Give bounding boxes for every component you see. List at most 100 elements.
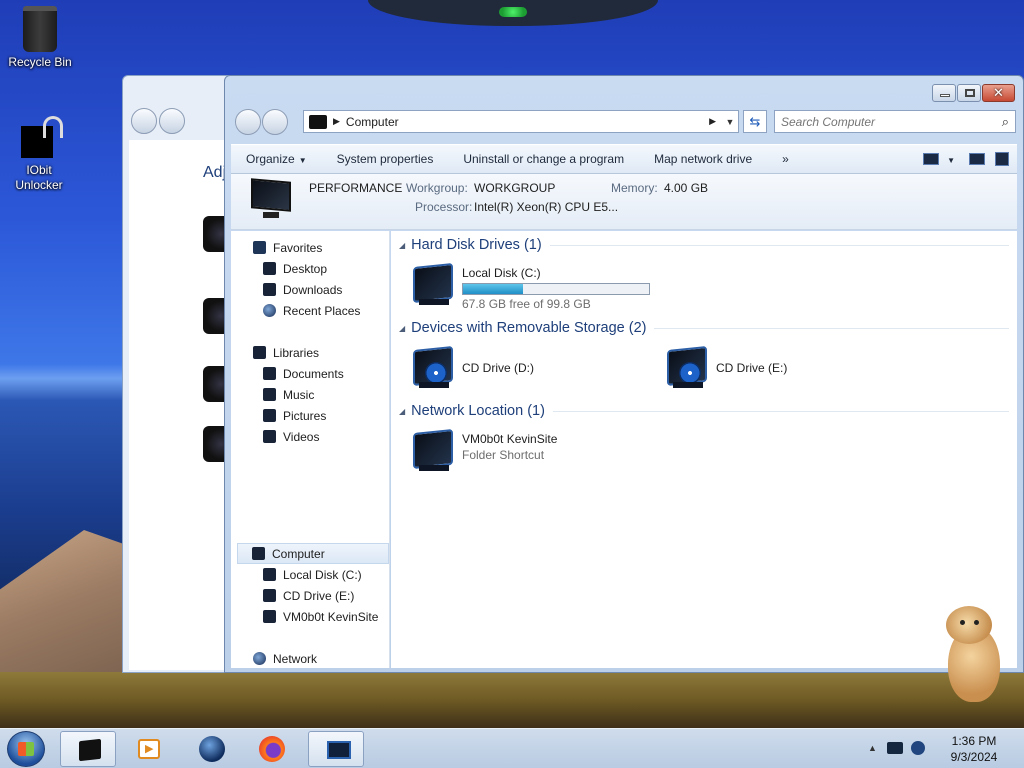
maximize-icon: [965, 89, 975, 97]
nav-downloads[interactable]: Downloads: [231, 279, 389, 300]
desktop-icon-label: IObit Unlocker: [15, 163, 63, 192]
taskbar-firefox[interactable]: [244, 731, 300, 767]
computer-name: PERFORMANCE: [309, 181, 403, 195]
desktop-icon-iobit-unlocker[interactable]: IObit Unlocker: [0, 116, 78, 193]
nav-kevinsite[interactable]: VM0b0t KevinSite: [231, 606, 389, 627]
cd-drive-icon: [663, 344, 711, 392]
explorer-window[interactable]: ✕ ▶ Computer ▶ ▼ ⇆ ⌕ Organize▼ System pr…: [224, 75, 1024, 673]
nav-pictures[interactable]: Pictures: [231, 405, 389, 426]
group-header-hard-disk-drives[interactable]: ◢ Hard Disk Drives (1): [399, 237, 1009, 253]
drive-tile-local-disk[interactable]: Local Disk (C:) 67.8 GB free of 99.8 GB: [409, 261, 650, 312]
network-tile-kevinsite[interactable]: VM0b0t KevinSite Folder Shortcut: [409, 427, 557, 475]
media-player-icon: [138, 739, 160, 759]
group-title: Devices with Removable Storage (2): [411, 320, 647, 336]
nav-desktop[interactable]: Desktop: [231, 258, 389, 279]
recycle-bin-icon: [23, 6, 57, 52]
forward-button[interactable]: [262, 109, 288, 135]
taskbar-clock[interactable]: 1:36 PM 9/3/2024: [946, 733, 1002, 765]
windows-explorer-icon: [79, 738, 101, 762]
taskbar: ▲ 1:36 PM 9/3/2024: [0, 728, 1024, 768]
desktop-icon-recycle-bin[interactable]: Recycle Bin: [0, 6, 80, 70]
organize-menu[interactable]: Organize ▼: [231, 152, 322, 166]
taskbar-computer[interactable]: [308, 731, 364, 767]
collapse-triangle-icon[interactable]: ◢: [399, 407, 405, 416]
search-box[interactable]: ⌕: [774, 110, 1016, 133]
processor-label: Processor:: [415, 200, 473, 214]
computer-monitor-icon: [327, 741, 351, 759]
collapse-triangle-icon[interactable]: ◢: [399, 241, 405, 250]
network-folder-icon: [409, 427, 457, 475]
content-pane: ◢ Hard Disk Drives (1) Local Disk (C:) 6…: [391, 231, 1017, 668]
group-divider: [549, 244, 1009, 246]
firefox-icon: [259, 736, 285, 762]
downloads-icon: [263, 283, 276, 296]
nav-documents[interactable]: Documents: [231, 363, 389, 384]
nav-libraries[interactable]: Libraries: [231, 342, 389, 363]
nav-recent-places[interactable]: Recent Places: [231, 300, 389, 321]
taskbar-media-player[interactable]: [120, 731, 176, 767]
system-properties-button[interactable]: System properties: [322, 152, 449, 166]
network-status-icon[interactable]: [886, 742, 903, 754]
breadcrumb-chevron-icon[interactable]: ▶: [333, 116, 340, 127]
drive-name: CD Drive (D:): [462, 361, 534, 375]
iobit-unlocker-icon: [15, 116, 63, 160]
preview-pane-icon[interactable]: [969, 153, 985, 165]
background-window[interactable]: Adj: [122, 75, 233, 673]
nav-local-disk[interactable]: Local Disk (C:): [231, 564, 389, 585]
minimize-button[interactable]: [932, 84, 956, 102]
collapse-triangle-icon[interactable]: ◢: [399, 324, 405, 333]
recent-places-icon: [263, 304, 276, 317]
details-pane: PERFORMANCE Workgroup: WORKGROUP Memory:…: [231, 174, 1017, 230]
taskbar-browser[interactable]: [184, 731, 240, 767]
address-dropdown-icon[interactable]: ▼: [722, 117, 738, 127]
chevron-down-icon: ▼: [298, 156, 307, 165]
desktop-icon: [263, 262, 276, 275]
volume-icon[interactable]: [910, 741, 925, 755]
toolbar-overflow-button[interactable]: »: [767, 152, 804, 166]
back-window-back-button[interactable]: [131, 108, 157, 134]
drive-tile-cd-e[interactable]: CD Drive (E:): [663, 344, 787, 392]
libraries-icon: [253, 346, 266, 359]
breadcrumb-chevron-icon[interactable]: ▶: [709, 116, 716, 127]
hamster-desktop-pet[interactable]: [940, 604, 1006, 704]
minimize-icon: [940, 94, 950, 97]
nav-computer[interactable]: Computer: [237, 543, 389, 564]
group-header-network-location[interactable]: ◢ Network Location (1): [399, 403, 1009, 419]
network-location-name: VM0b0t KevinSite: [462, 432, 558, 446]
group-divider: [654, 327, 1009, 329]
back-window-forward-button[interactable]: [159, 108, 185, 134]
help-icon[interactable]: [995, 152, 1009, 166]
breadcrumb-computer[interactable]: Computer: [346, 115, 703, 129]
address-bar[interactable]: ▶ Computer ▶ ▼: [303, 110, 739, 133]
group-header-removable-storage[interactable]: ◢ Devices with Removable Storage (2): [399, 320, 1009, 336]
nav-music[interactable]: Music: [231, 384, 389, 405]
taskbar-explorer[interactable]: [60, 731, 116, 767]
back-button[interactable]: [235, 109, 261, 135]
disk-usage-fill: [463, 284, 523, 294]
clock-date: 9/3/2024: [950, 750, 998, 764]
chevron-down-icon[interactable]: ▼: [939, 152, 959, 166]
show-hidden-icons[interactable]: ▲: [868, 743, 877, 753]
nav-cd-drive-e[interactable]: CD Drive (E:): [231, 585, 389, 606]
maximize-button[interactable]: [957, 84, 981, 102]
windows-logo-icon: [18, 742, 34, 756]
nav-videos[interactable]: Videos: [231, 426, 389, 447]
search-input[interactable]: [775, 111, 985, 132]
drive-free-space: 67.8 GB free of 99.8 GB: [462, 297, 591, 311]
drive-tile-cd-d[interactable]: CD Drive (D:): [409, 344, 534, 392]
command-bar: Organize ▼ System properties Uninstall or…: [231, 144, 1017, 174]
start-button[interactable]: [7, 731, 45, 767]
refresh-button[interactable]: ⇆: [743, 110, 767, 133]
change-view-icon[interactable]: [923, 153, 940, 165]
wallpaper-grass: [0, 672, 1024, 728]
computer-monitor-icon: [249, 178, 293, 220]
close-button[interactable]: ✕: [982, 84, 1015, 102]
navigation-pane: Favorites Desktop Downloads Recent Place…: [231, 231, 390, 668]
processor-value: Intel(R) Xeon(R) CPU E5...: [474, 200, 619, 214]
search-icon[interactable]: ⌕: [1002, 114, 1009, 130]
uninstall-program-button[interactable]: Uninstall or change a program: [448, 152, 639, 166]
map-network-drive-button[interactable]: Map network drive: [639, 152, 767, 166]
nav-network[interactable]: Network: [231, 648, 389, 669]
favorites-star-icon: [253, 241, 266, 254]
nav-favorites[interactable]: Favorites: [231, 237, 389, 258]
